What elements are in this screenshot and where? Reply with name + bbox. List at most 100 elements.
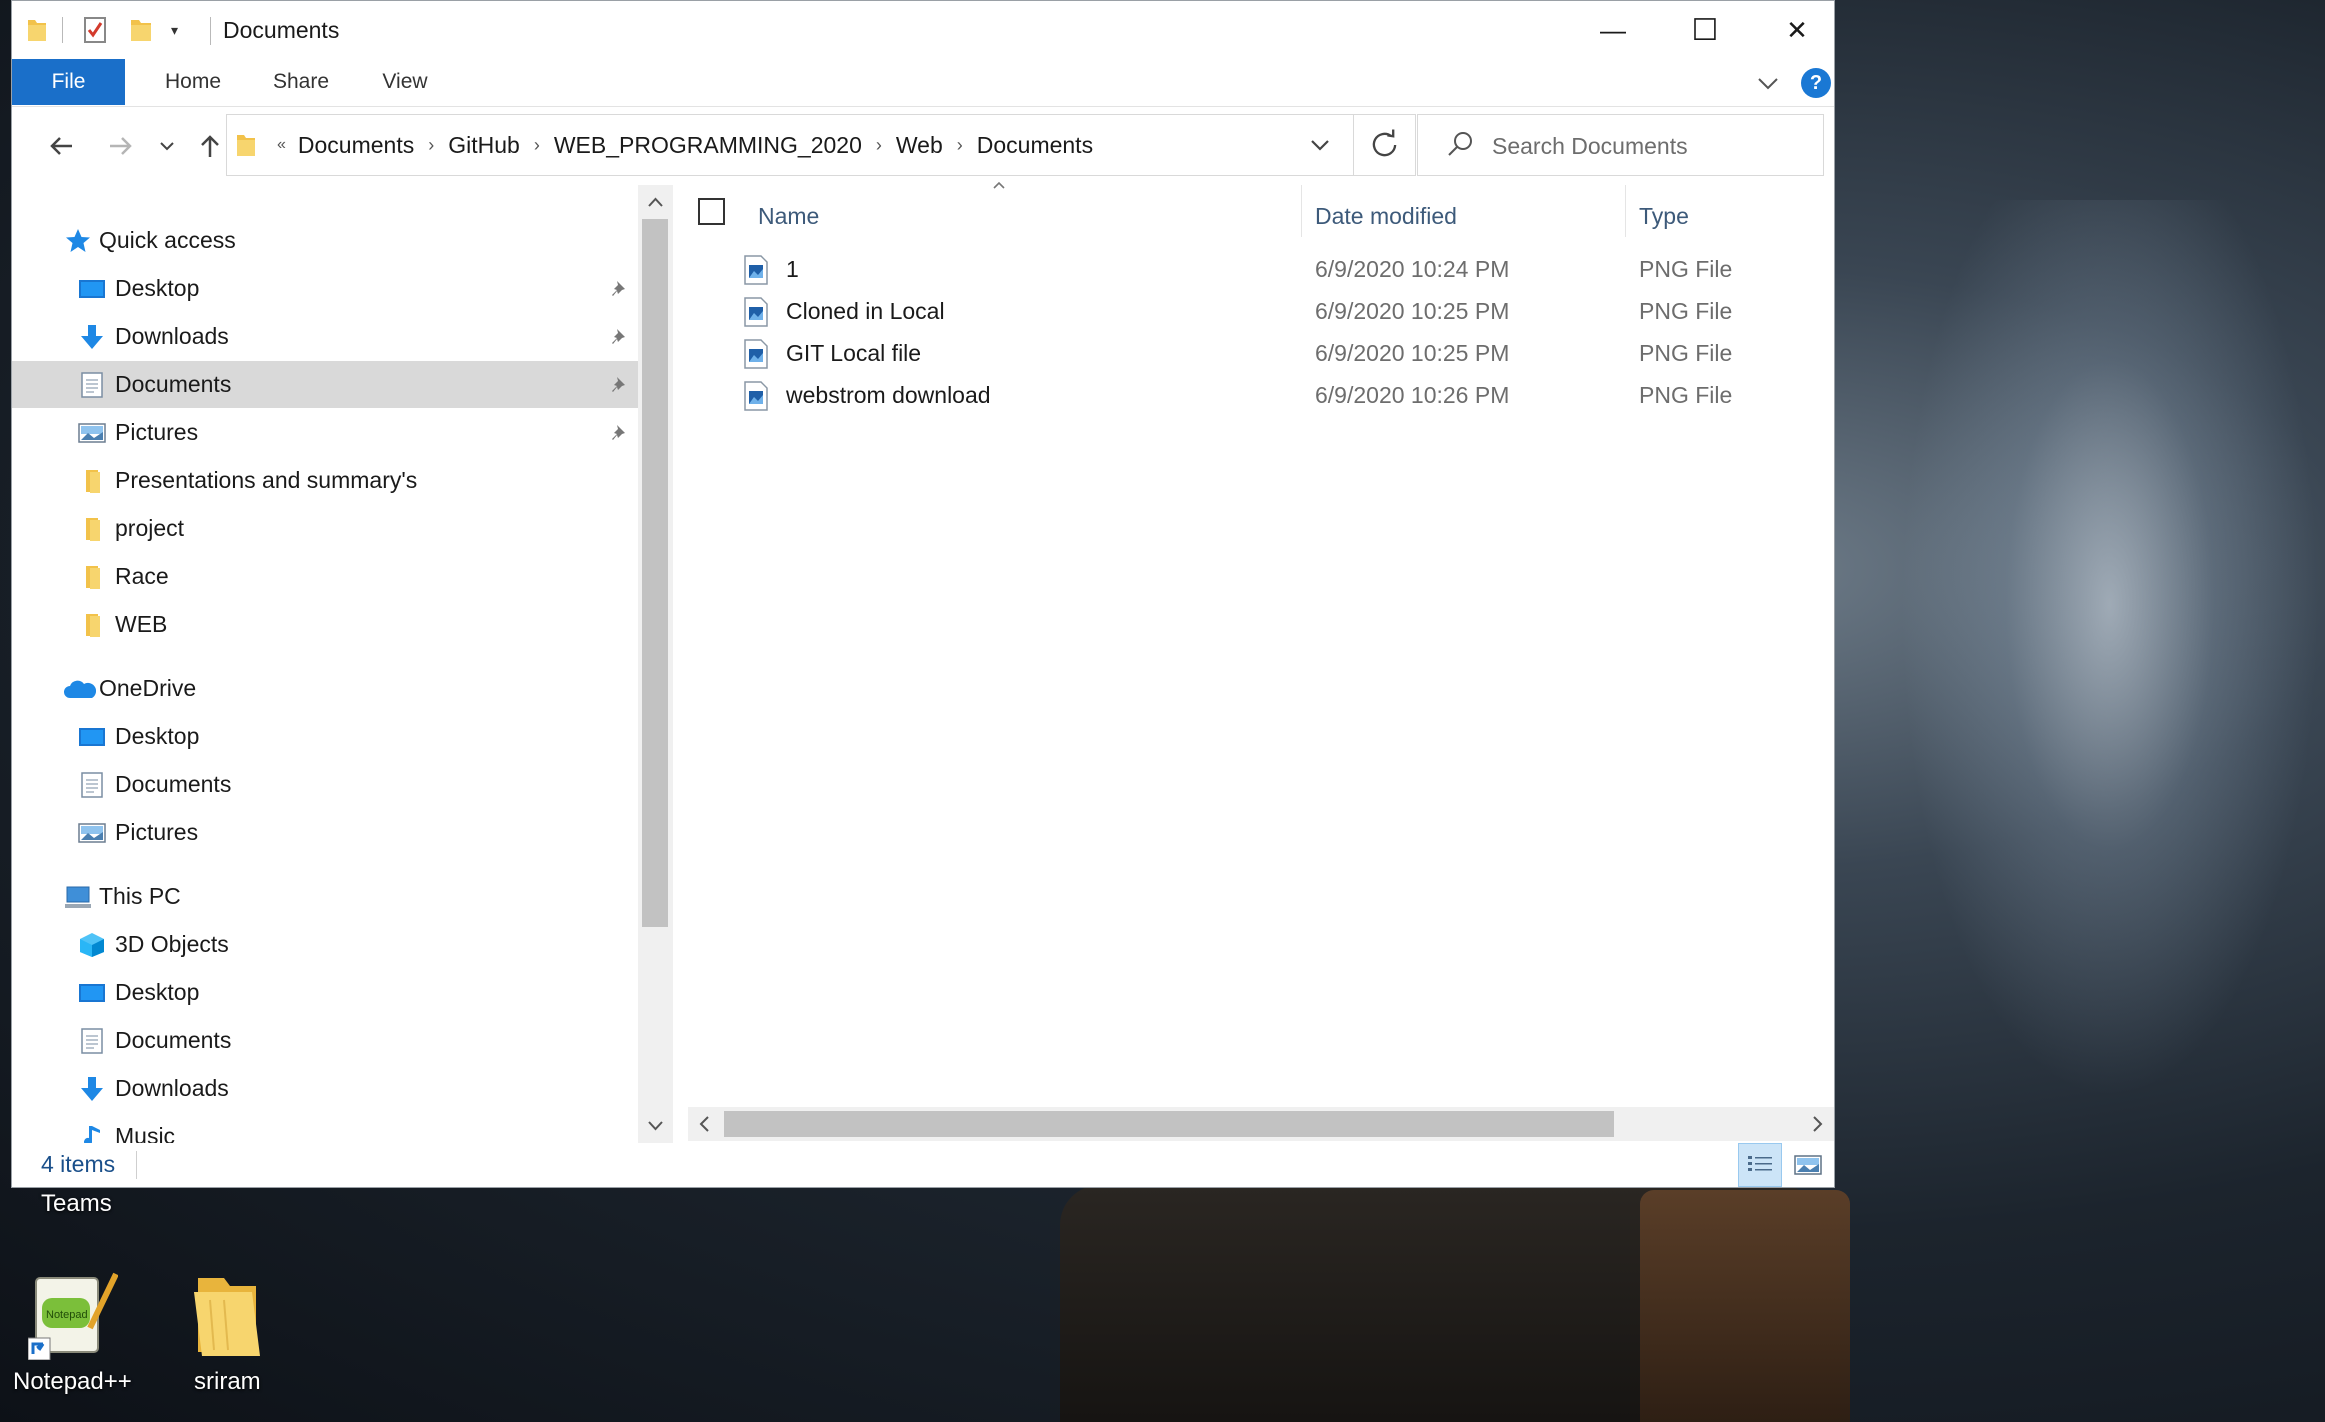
- large-icons-view-button[interactable]: [1786, 1143, 1830, 1187]
- expand-ribbon-icon[interactable]: [1753, 69, 1783, 97]
- desktop-label-notepadpp[interactable]: Notepad++: [13, 1368, 132, 1396]
- file-date-modified: 6/9/2020 10:24 PM: [1315, 256, 1510, 282]
- file-row[interactable]: GIT Local file 6/9/2020 10:25 PM PNG Fil…: [673, 333, 1834, 375]
- details-view-button[interactable]: [1738, 1143, 1782, 1187]
- chevron-right-icon[interactable]: ›: [534, 135, 540, 156]
- search-box[interactable]: [1417, 114, 1824, 176]
- nav-quick-access[interactable]: Quick access: [12, 217, 638, 264]
- pin-icon[interactable]: [609, 374, 631, 396]
- maximize-button[interactable]: ☐: [1659, 1, 1751, 59]
- breadcrumb-web[interactable]: Web: [896, 132, 943, 159]
- up-arrow-icon[interactable]: [190, 127, 230, 165]
- pictures-icon: [78, 422, 106, 443]
- nav-pane-scrollbar[interactable]: [638, 185, 673, 1143]
- column-header-name[interactable]: Name: [758, 195, 1294, 237]
- scroll-down-icon[interactable]: [638, 1111, 673, 1141]
- desktop-label-teams[interactable]: Teams: [41, 1190, 112, 1218]
- nav-label: 3D Objects: [115, 931, 229, 957]
- notepadpp-icon[interactable]: Notepad: [27, 1268, 119, 1361]
- forward-arrow-icon[interactable]: [100, 127, 140, 165]
- chevron-right-icon[interactable]: ›: [876, 135, 882, 156]
- column-divider[interactable]: [1625, 185, 1626, 237]
- nav-this-pc[interactable]: This PC: [12, 873, 638, 920]
- ribbon-tabs: File Home Share View ?: [12, 59, 1834, 107]
- nav-item-pc-documents[interactable]: Documents: [12, 1017, 638, 1064]
- chevron-right-icon[interactable]: ›: [428, 135, 434, 156]
- chevron-right-icon[interactable]: ›: [957, 135, 963, 156]
- refresh-icon[interactable]: [1354, 114, 1416, 176]
- qat-dropdown-icon[interactable]: ▾: [171, 22, 178, 39]
- file-row[interactable]: 1 6/9/2020 10:24 PM PNG File: [673, 249, 1834, 291]
- nav-label: Race: [115, 563, 169, 589]
- navigation-pane: Quick access Desktop Downloads Documents: [12, 185, 673, 1143]
- star-icon: [66, 228, 90, 252]
- desktop-icon: [79, 983, 105, 1002]
- folder-icon[interactable]: [190, 1272, 264, 1358]
- close-button[interactable]: ✕: [1751, 1, 1843, 59]
- tab-share[interactable]: Share: [260, 59, 342, 105]
- scrollbar-thumb[interactable]: [642, 219, 668, 927]
- file-row[interactable]: webstrom download 6/9/2020 10:26 PM PNG …: [673, 375, 1834, 417]
- scrollbar-thumb[interactable]: [724, 1111, 1614, 1137]
- 3d-objects-icon: [80, 932, 104, 957]
- scroll-left-icon[interactable]: [688, 1107, 722, 1141]
- nav-item-qa-downloads[interactable]: Downloads: [12, 313, 638, 360]
- column-header-type[interactable]: Type: [1639, 195, 1819, 237]
- tab-file[interactable]: File: [12, 59, 125, 105]
- pin-icon[interactable]: [609, 278, 631, 300]
- minimize-button[interactable]: —: [1567, 1, 1659, 59]
- file-list-horizontal-scrollbar[interactable]: [688, 1107, 1834, 1141]
- new-folder-icon[interactable]: [129, 17, 153, 43]
- nav-item-qa-presentations[interactable]: Presentations and summary's: [12, 457, 638, 504]
- scroll-right-icon[interactable]: [1800, 1107, 1834, 1141]
- address-bar[interactable]: « Documents › GitHub › WEB_PROGRAMMING_2…: [226, 114, 1354, 176]
- nav-label: Desktop: [115, 723, 200, 749]
- scroll-up-icon[interactable]: [638, 187, 673, 217]
- breadcrumb-overflow[interactable]: «: [277, 136, 286, 154]
- nav-item-pc-3d-objects[interactable]: 3D Objects: [12, 921, 638, 968]
- nav-item-qa-project[interactable]: project: [12, 505, 638, 552]
- desktop-label-sriram[interactable]: sriram: [194, 1368, 261, 1396]
- wallpaper-glow: [1900, 200, 2320, 1100]
- recent-locations-icon[interactable]: [150, 127, 184, 165]
- address-dropdown-icon[interactable]: [1295, 115, 1345, 175]
- nav-item-pc-downloads[interactable]: Downloads: [12, 1065, 638, 1112]
- nav-item-qa-pictures[interactable]: Pictures: [12, 409, 638, 456]
- title-divider: [210, 17, 211, 45]
- help-icon[interactable]: ?: [1801, 68, 1831, 98]
- image-file-icon: [744, 381, 768, 411]
- tab-home[interactable]: Home: [150, 59, 236, 105]
- navigation-bar: « Documents › GitHub › WEB_PROGRAMMING_2…: [12, 107, 1834, 185]
- window-title: Documents: [223, 17, 340, 43]
- qat-divider: [62, 17, 63, 43]
- breadcrumb-documents[interactable]: Documents: [298, 132, 414, 159]
- cloud-icon: [64, 680, 96, 698]
- nav-item-qa-race[interactable]: Race: [12, 553, 638, 600]
- breadcrumb-web-programming[interactable]: WEB_PROGRAMMING_2020: [554, 132, 862, 159]
- back-arrow-icon[interactable]: [42, 127, 82, 165]
- nav-item-od-desktop[interactable]: Desktop: [12, 713, 638, 760]
- tab-view[interactable]: View: [368, 59, 442, 105]
- music-icon: [84, 1125, 100, 1143]
- pin-icon[interactable]: [609, 326, 631, 348]
- properties-checklist-icon[interactable]: [83, 16, 107, 44]
- search-input[interactable]: [1492, 129, 1812, 163]
- item-count: 4 items: [41, 1151, 116, 1177]
- breadcrumb-github[interactable]: GitHub: [448, 132, 520, 159]
- breadcrumb: « Documents › GitHub › WEB_PROGRAMMING_2…: [227, 115, 1093, 175]
- file-row[interactable]: Cloned in Local 6/9/2020 10:25 PM PNG Fi…: [673, 291, 1834, 333]
- nav-item-qa-web[interactable]: WEB: [12, 601, 638, 648]
- nav-item-qa-documents[interactable]: Documents: [12, 361, 638, 408]
- select-all-checkbox[interactable]: [698, 198, 725, 225]
- nav-item-od-documents[interactable]: Documents: [12, 761, 638, 808]
- column-header-date-modified[interactable]: Date modified: [1315, 195, 1620, 237]
- nav-item-pc-desktop[interactable]: Desktop: [12, 969, 638, 1016]
- nav-item-pc-music[interactable]: Music: [12, 1113, 638, 1143]
- nav-item-qa-desktop[interactable]: Desktop: [12, 265, 638, 312]
- pin-icon[interactable]: [609, 422, 631, 444]
- column-divider[interactable]: [1301, 185, 1302, 237]
- quick-access-toolbar: ▾: [26, 15, 178, 45]
- nav-item-od-pictures[interactable]: Pictures: [12, 809, 638, 856]
- nav-onedrive[interactable]: OneDrive: [12, 665, 638, 712]
- breadcrumb-current-documents[interactable]: Documents: [977, 132, 1093, 159]
